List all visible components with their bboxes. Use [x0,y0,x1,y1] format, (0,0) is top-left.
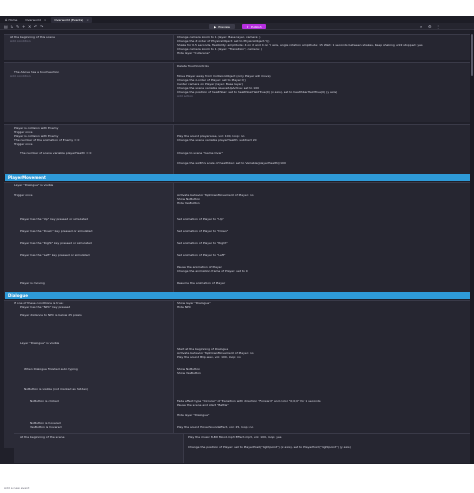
condition-line[interactable]: Player has the "NPC" key pressed [20,305,70,309]
add-condition-link[interactable]: Add condition [10,74,31,78]
page-background [0,464,474,493]
home-icon: ⌂ [5,17,8,22]
condition-line[interactable]: Trigger once [14,193,33,197]
add-action-link[interactable]: Add action [177,94,193,98]
redo-icon[interactable]: ↷ [40,24,43,29]
action-line[interactable]: Set animation of Player to "Down" [177,229,228,233]
scrollbar-thumb[interactable] [471,34,473,76]
condition-line[interactable]: Trigger once [14,142,33,146]
event-player-movement[interactable] [4,182,470,298]
action-line[interactable]: Change the animation frame of Player: se… [177,269,248,273]
event-enemy-collision[interactable] [4,124,470,174]
action-line[interactable]: Set animation of Player to "Up" [177,217,224,221]
action-line[interactable]: Set animation of Player to "Right" [177,241,228,245]
condition-line[interactable]: Player has the "Down" key pressed or sim… [20,229,92,233]
preview-label: Preview [218,24,230,29]
action-line[interactable]: Play the music 8-Bit Mood.mp3 Effect.mp3… [188,435,281,439]
publish-label: Publish [250,24,262,29]
action-line[interactable]: Resume the animation of Player [177,281,225,285]
condition-line[interactable]: The number of scene variable playerHealt… [20,151,91,155]
tab-home[interactable]: ⌂ Home [2,17,20,23]
close-tab-icon[interactable]: × [44,18,47,22]
action-line[interactable]: Change the position of Player: set to Pl… [188,445,351,449]
event-sheet: At the beginning of this scene Add condi… [0,30,470,464]
action-line[interactable]: Set animation of Player to "Left" [177,253,225,257]
group-dialogue[interactable]: Dialogue [5,292,470,299]
tab-overworld[interactable]: Overworld × [22,17,49,23]
group-title: Dialogue [8,293,28,298]
add-icon[interactable]: + [22,24,25,29]
action-line[interactable]: Hide layer "Dialogue" [177,413,209,417]
condition-line[interactable]: Player has the "Up" key pressed or simul… [20,217,88,221]
action-line[interactable]: Delete TouchControls [177,64,209,68]
condition-line[interactable]: YesButton is hovered [30,425,61,429]
settings-icon[interactable]: ⚙ [428,24,432,29]
action-line[interactable]: Play the sound HoverSoundeffect, vol: 25… [177,425,253,429]
tab-bar: ⌂ Home Overworld × Overworld (Events) × [0,16,474,23]
add-condition-link[interactable]: Add condition [10,39,31,43]
condition-line[interactable]: Layer "Dialogue" is visible [14,183,53,187]
close-tab-icon[interactable]: × [86,18,89,22]
condition-line[interactable]: Player has the "Left" key pressed or sim… [20,253,90,257]
comment-icon[interactable]: ✎ [16,24,19,29]
preview-button[interactable]: ▶ Preview [209,24,235,29]
condition-line[interactable]: At the beginning of the scene [20,435,64,439]
tab-overworld-events[interactable]: Overworld (Events) × [51,16,92,23]
condition-line[interactable]: Player distance to NPC is below 25 pixel… [20,313,82,317]
action-line[interactable]: Show YesButton [177,371,201,375]
action-line[interactable]: Hide NPC [177,305,191,309]
search-icon[interactable]: ⌕ [420,24,422,29]
tab-overworld-label: Overworld [25,17,41,22]
play-icon: ▶ [214,24,217,29]
action-line[interactable]: Play the sound Blip.wav, vol: 100, loop:… [177,355,241,359]
condition-line[interactable]: Layer "Dialogue" is visible [20,341,59,345]
condition-line[interactable]: NoButton is visible (not marked as hidde… [24,387,88,391]
action-line[interactable]: Hide YesButton [177,201,200,205]
undo-icon[interactable]: ↶ [34,24,37,29]
toolbar: ▤ ↳ ✎ + ✕ ↶ ↷ ▶ Preview ⇪ Publish ⌕ ⚙ ⋮ [0,23,474,30]
publish-icon: ⇪ [246,24,249,29]
tab-home-label: Home [8,17,18,22]
more-icon[interactable]: ⋮ [436,24,440,29]
action-line[interactable]: Change the width's scale of healthbar: s… [177,161,286,165]
tab-overworld-events-label: Overworld (Events) [54,17,84,22]
event-icon[interactable]: ▤ [4,24,8,29]
group-title: PlayerMovement [8,175,46,180]
action-line[interactable]: Hide layer "Cutscene" [177,51,210,55]
group-player-movement[interactable]: PlayerMovement [5,174,470,181]
condition-line[interactable]: When Dialogue finished auto typing [24,367,78,371]
action-line[interactable]: Change the position of healthbar: set to… [177,90,337,94]
publish-button[interactable]: ⇪ Publish [242,24,266,29]
action-line[interactable]: Pause the scene and start "Battle" [177,403,229,407]
condition-line[interactable]: NoButton is clicked [30,399,59,403]
vertical-scrollbar[interactable] [470,30,474,464]
condition-line[interactable]: Player has the "Right" key pressed or si… [20,241,92,245]
add-new-event-link[interactable]: Add a new event [4,486,29,490]
action-line[interactable]: Change to scene "Game Over" [177,151,223,155]
sub-event-icon[interactable]: ↳ [10,24,13,29]
condition-line[interactable]: Player is moving [20,281,45,285]
delete-icon[interactable]: ✕ [28,24,31,29]
action-line[interactable]: Change the scene variable playerHealth: … [177,138,257,142]
